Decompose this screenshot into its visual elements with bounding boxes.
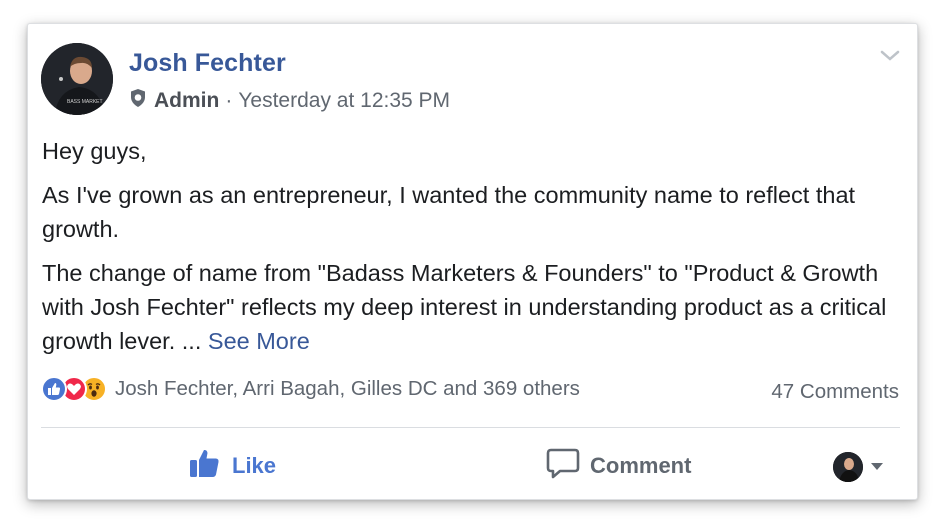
post-paragraph-text: The change of name from "Badass Marketer… [42,260,887,354]
like-icon [41,376,67,402]
reaction-names[interactable]: Josh Fechter, Arri Bagah, Gilles DC and … [115,377,580,401]
caret-down-icon [870,458,884,476]
comment-label: Comment [590,453,692,478]
divider [41,427,900,428]
post-paragraph: The change of name from "Badass Marketer… [42,256,908,358]
comment-icon [546,447,590,485]
admin-badge-icon [129,88,147,114]
author-avatar[interactable]: BASS MARKET [41,43,113,115]
comments-count[interactable]: 47 Comments [771,380,899,404]
svg-text:BASS MARKET: BASS MARKET [67,99,103,105]
post-body: Hey guys, As I've grown as an entreprene… [42,134,908,368]
chevron-down-icon[interactable] [879,48,901,64]
post-as-selector[interactable] [833,452,884,482]
post-paragraph: As I've grown as an entrepreneur, I want… [42,182,856,242]
thumbs-up-icon [188,447,232,485]
author-name[interactable]: Josh Fechter [129,49,286,78]
post-meta: Admin · Yesterday at 12:35 PM [129,88,450,114]
like-button[interactable]: Like [188,448,276,484]
like-label: Like [232,453,277,478]
comment-button[interactable]: Comment [546,448,691,484]
post-card: BASS MARKET Josh Fechter Admin · Yesterd… [27,23,918,500]
post-timestamp[interactable]: Yesterday at 12:35 PM [238,89,450,113]
role-label: Admin [154,89,220,112]
see-more-link[interactable]: See More [208,328,310,354]
meta-separator: · [225,89,233,112]
post-paragraph: Hey guys, [42,138,147,164]
reactions-summary[interactable]: Josh Fechter, Arri Bagah, Gilles DC and … [41,376,580,402]
viewer-avatar [833,452,863,482]
